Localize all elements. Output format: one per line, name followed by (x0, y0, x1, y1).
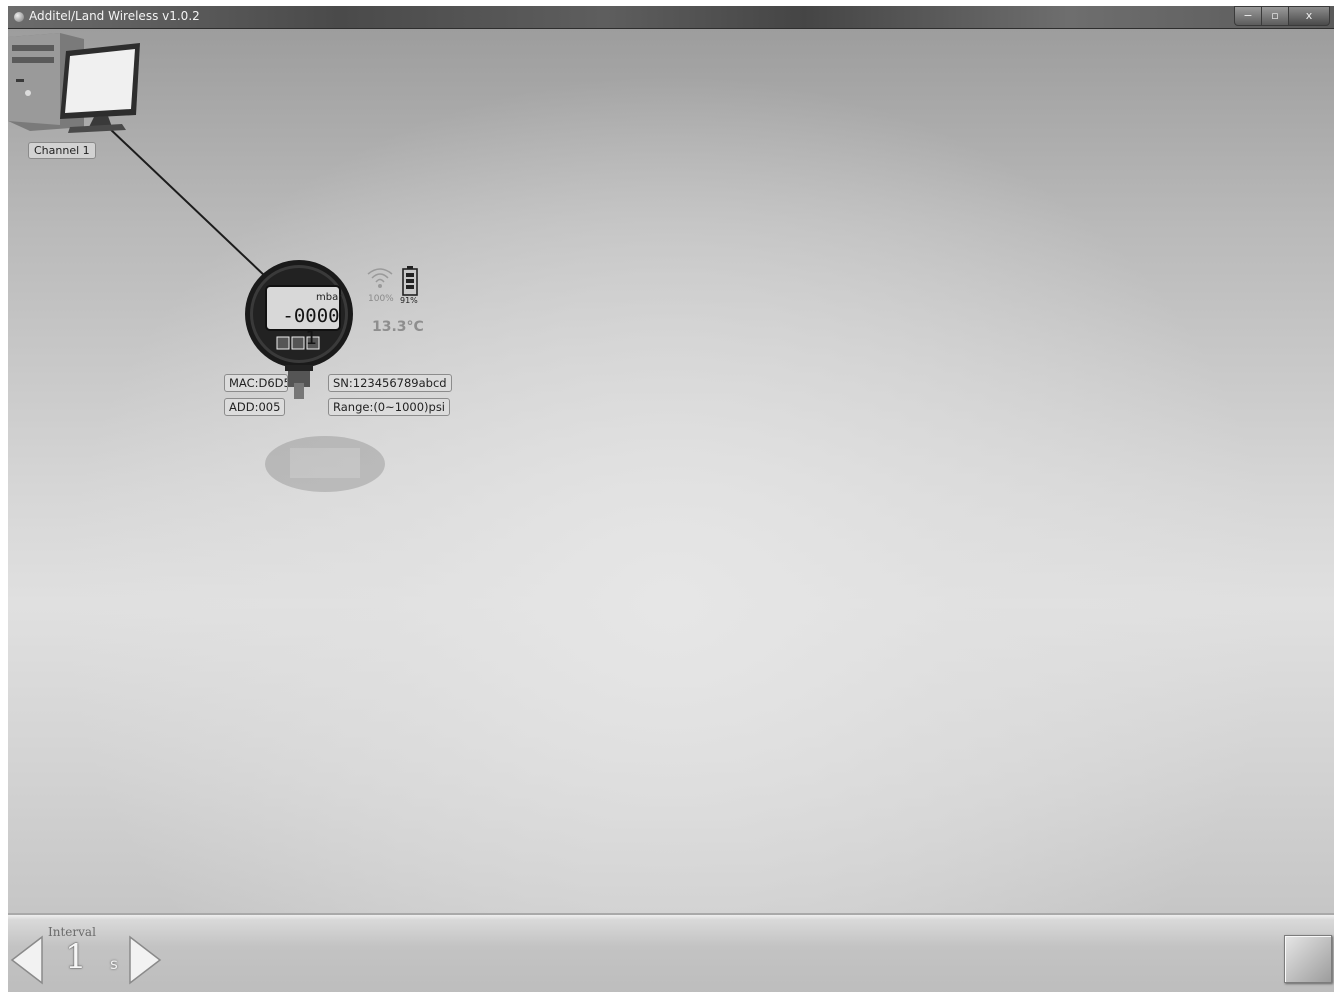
interval-value: 1 (65, 937, 87, 977)
address-tag: ADD:005 (224, 398, 286, 416)
battery-level: 91% (400, 296, 418, 305)
window-controls: − ▫ x (1234, 6, 1330, 26)
battery-icon (402, 266, 418, 296)
app-window: Additel/Land Wireless v1.0.2 − ▫ x Chann… (8, 6, 1334, 992)
wifi-signal-icon (367, 268, 393, 288)
signal-strength: 100% (368, 294, 394, 304)
reading-display: -0000 1 (282, 305, 340, 349)
gauge-reflection (265, 436, 385, 492)
unit-text: mbar (316, 292, 343, 303)
title-bar: Additel/Land Wireless v1.0.2 − ▫ x (8, 6, 1334, 29)
sn-tag: SN:123456789abcd (328, 374, 452, 392)
close-button[interactable]: x (1288, 6, 1330, 26)
temperature-text: 13.3°C (372, 319, 424, 335)
mac-tag: MAC:D6D5 (224, 374, 288, 392)
minimize-button[interactable]: − (1234, 6, 1262, 26)
channel-label[interactable]: Channel 1 (28, 142, 96, 159)
arrow-right-icon[interactable] (128, 935, 162, 985)
maximize-button[interactable]: ▫ (1261, 6, 1289, 26)
app-icon (14, 12, 24, 22)
range-tag: Range:(0~1000)psi (328, 398, 451, 416)
start-stop-button[interactable] (1284, 935, 1332, 983)
bottom-bar: Interval 1 s (8, 913, 1334, 992)
computer-icon[interactable] (8, 29, 148, 139)
network-canvas: Channel 1 mbar -0000 1 100% 91% 13.3°C M… (8, 29, 1334, 913)
arrow-left-icon[interactable] (10, 935, 44, 985)
interval-unit: s (110, 955, 118, 973)
window-title: Additel/Land Wireless v1.0.2 (29, 9, 200, 23)
